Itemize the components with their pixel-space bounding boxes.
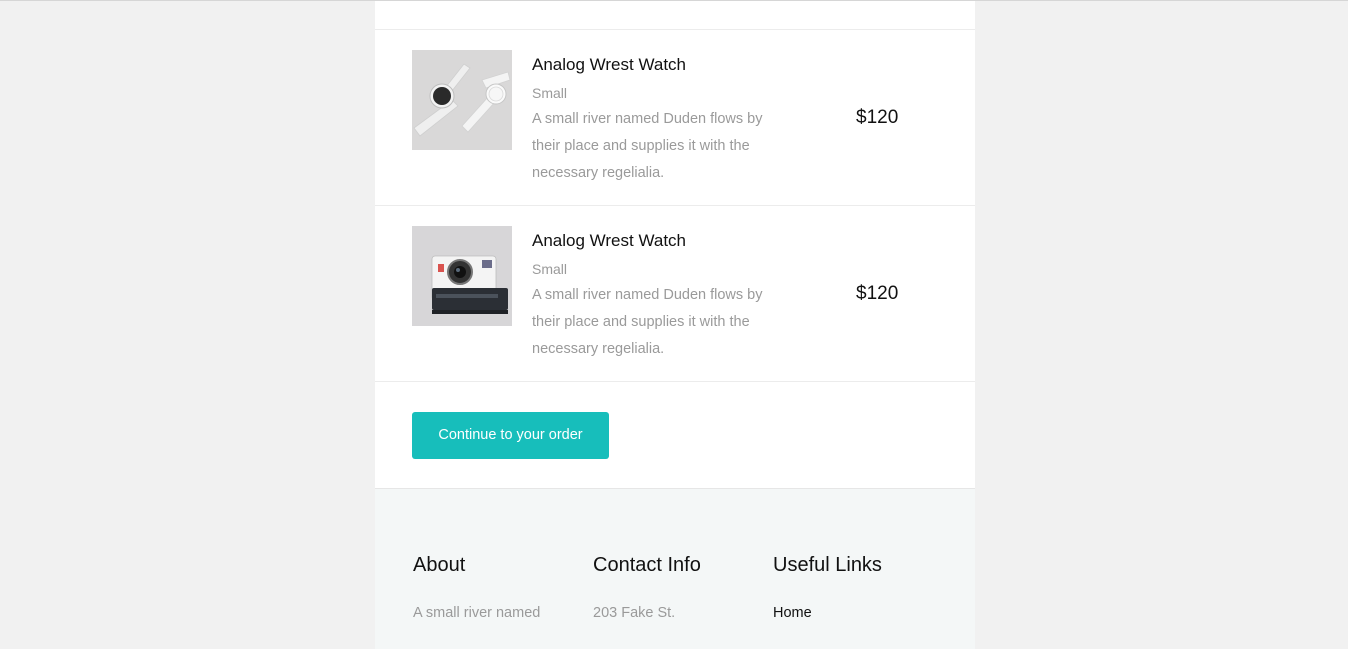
item-price: $120 [856,107,899,128]
continue-to-order-button[interactable]: Continue to your order [412,412,609,459]
footer-contact-title: Contact Info [593,554,701,576]
footer-link-home[interactable]: Home [773,603,943,623]
footer-about: About A small river named [413,552,583,623]
watch-image [412,50,512,150]
product-image-watch[interactable] [412,50,512,150]
item-description: A small river named Duden flows by their… [532,111,763,181]
footer-contact: Contact Info 203 Fake St. [593,552,763,623]
footer-links-title: Useful Links [773,554,882,576]
footer-about-text: A small river named [413,605,541,621]
cta-section: Continue to your order [375,382,975,489]
item-name[interactable]: Analog Wrest Watch [532,230,792,252]
email-container: Analog Wrest Watch Small A small river n… [375,1,975,649]
item-price: $120 [856,283,899,304]
item-info: Analog Wrest Watch Small A small river n… [532,230,792,363]
item-description: A small river named Duden flows by their… [532,287,763,357]
camera-image [412,226,512,326]
footer-about-title: About [413,554,466,576]
top-strip [375,1,975,30]
footer-contact-address: 203 Fake St. [593,605,676,621]
product-image-camera[interactable] [412,226,512,326]
order-item: Analog Wrest Watch Small A small river n… [375,206,975,382]
item-name[interactable]: Analog Wrest Watch [532,54,792,76]
item-size: Small [532,261,568,277]
footer-links: Useful Links Home [773,552,943,623]
order-item: Analog Wrest Watch Small A small river n… [375,30,975,206]
footer: About A small river named Contact Info 2… [375,489,975,649]
item-info: Analog Wrest Watch Small A small river n… [532,54,792,187]
item-size: Small [532,85,568,101]
